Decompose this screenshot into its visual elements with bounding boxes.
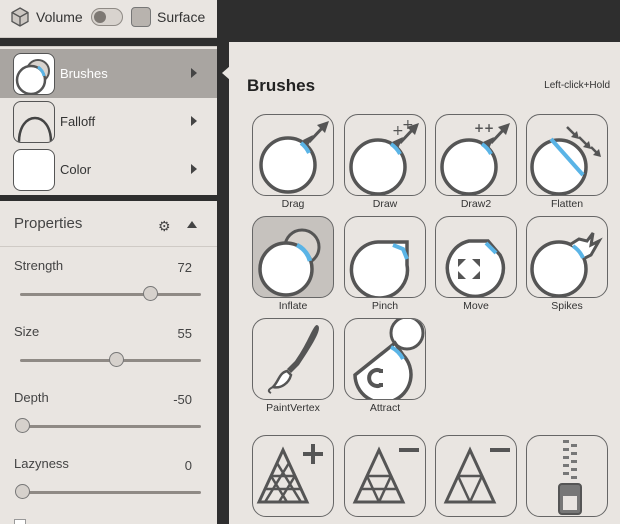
svg-text:+: + <box>402 117 414 133</box>
brush-drag[interactable]: Drag <box>252 114 334 216</box>
brush-flatten[interactable]: Flatten <box>526 114 608 216</box>
brush-label: Draw2 <box>460 198 492 210</box>
brush-spikes[interactable]: Spikes <box>526 216 608 318</box>
mode-toolbar: Volume Surface <box>0 0 217 38</box>
slider-label: Lazyness <box>14 456 69 471</box>
slider-track[interactable] <box>20 491 201 494</box>
depth-slider: Depth -50 <box>0 390 217 456</box>
brush-draw[interactable]: + + Draw <box>344 114 426 216</box>
drag-icon <box>259 121 329 194</box>
flatten-icon <box>530 126 601 195</box>
surface-label: Surface <box>157 9 206 25</box>
volume-label: Volume <box>36 9 83 25</box>
move-icon <box>445 239 506 297</box>
lazyness-slider: Lazyness 0 <box>0 456 217 522</box>
toggle-knob <box>94 11 106 23</box>
menu-item-falloff[interactable]: Falloff <box>0 97 217 146</box>
menu-item-color[interactable]: Color <box>0 145 217 194</box>
spikes-icon <box>530 232 603 297</box>
option-checkbox[interactable] <box>14 519 26 524</box>
slider-label: Size <box>14 324 40 339</box>
pinch-icon <box>349 240 410 297</box>
surface-checkbox[interactable] <box>131 7 151 27</box>
falloff-curve-icon <box>13 101 55 143</box>
svg-text:++: ++ <box>474 121 494 135</box>
slider-handle[interactable] <box>15 418 30 433</box>
volume-surface-toggle[interactable] <box>91 8 123 26</box>
draw-icon: + + <box>349 117 419 195</box>
brushes-panel: Brushes Left-click+Hold Drag + + Draw ++… <box>229 42 620 524</box>
brush-label: Flatten <box>550 198 584 210</box>
slider-track[interactable] <box>20 425 201 428</box>
size-slider: Size 55 <box>0 324 217 390</box>
brush-draw2[interactable]: ++ Draw2 <box>435 114 517 216</box>
brush-label: Spikes <box>551 300 583 312</box>
slider-handle[interactable] <box>15 484 30 499</box>
brush-label: PaintVertex <box>266 402 320 414</box>
slider-value: -50 <box>173 392 192 407</box>
strength-slider: Strength 72 <box>0 258 217 324</box>
triangle-minus-coarse-icon <box>443 446 510 504</box>
slider-label: Strength <box>14 258 64 273</box>
slider-handle[interactable] <box>108 352 124 367</box>
slider-label: Depth <box>14 390 49 405</box>
hint-text: Left-click+Hold <box>544 80 610 91</box>
menu-label-color: Color <box>60 162 92 177</box>
brush-pinch[interactable]: Pinch <box>344 216 426 318</box>
triangle-plus-icon <box>256 444 323 504</box>
brush-label: Draw <box>372 198 398 210</box>
slider-value: 0 <box>184 458 192 473</box>
cube-icon <box>11 7 29 27</box>
slider-handle[interactable] <box>143 286 159 301</box>
color-swatch <box>13 149 55 191</box>
brush-label: Inflate <box>278 300 308 312</box>
brush-inflate[interactable]: Inflate <box>252 216 334 318</box>
brush-label: Drag <box>281 198 305 210</box>
menu-item-brushes[interactable]: Brushes <box>0 49 217 98</box>
brush-paintvertex[interactable]: PaintVertex <box>252 318 334 420</box>
brush-attract[interactable]: Attract <box>344 318 426 420</box>
tool-menu: Brushes Falloff Color <box>0 46 217 195</box>
slider-value: 55 <box>177 326 192 341</box>
brushes-title: Brushes <box>247 76 316 95</box>
brush-label: Attract <box>369 402 401 414</box>
menu-label-brushes: Brushes <box>60 66 108 81</box>
menu-label-falloff: Falloff <box>60 114 96 129</box>
collapse-icon[interactable] <box>187 221 197 228</box>
slider-value: 72 <box>177 260 192 275</box>
chevron-right-icon <box>191 164 197 174</box>
brush-subdivide[interactable] <box>252 435 334 524</box>
chevron-right-icon <box>191 116 197 126</box>
inflate-icon <box>258 228 321 297</box>
brushes-thumb-icon <box>13 53 55 95</box>
draw2-icon: ++ <box>440 121 510 195</box>
magnet-icon <box>353 319 425 399</box>
divider <box>0 246 217 247</box>
brush-label: Pinch <box>371 300 399 312</box>
zipper-icon <box>558 440 582 515</box>
slider-track[interactable] <box>20 293 201 296</box>
brush-move[interactable]: Move <box>435 216 517 318</box>
paint-brush-icon <box>267 325 319 394</box>
triangle-minus-icon <box>352 446 419 504</box>
brush-decimate[interactable] <box>344 435 426 524</box>
gear-icon[interactable]: ⚙ <box>158 218 171 235</box>
brush-label: Move <box>463 300 489 312</box>
brush-topology[interactable] <box>526 435 608 524</box>
brush-adaptive[interactable] <box>435 435 517 524</box>
properties-panel: Properties ⚙ Strength 72 Size 55 Depth -… <box>0 201 217 524</box>
properties-title: Properties <box>14 215 83 232</box>
chevron-right-icon <box>191 68 197 78</box>
